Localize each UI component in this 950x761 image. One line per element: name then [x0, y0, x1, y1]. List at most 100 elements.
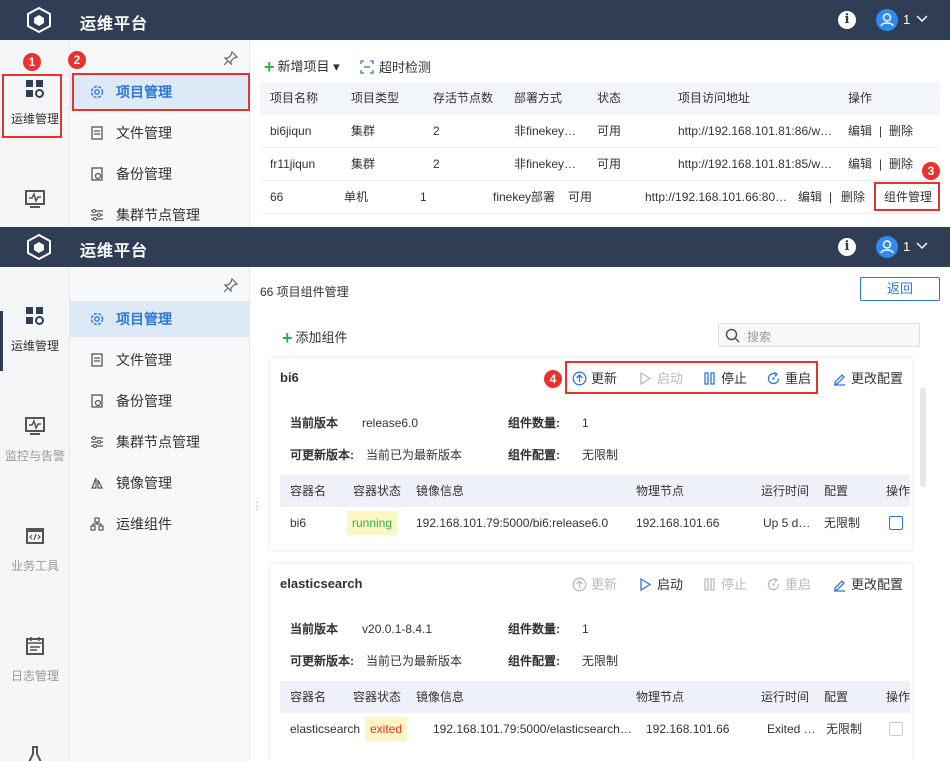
info-icon[interactable]: i	[838, 238, 856, 256]
subnav-item-cluster[interactable]: 集群节点管理	[70, 197, 250, 227]
edit-pen-icon	[834, 374, 845, 386]
component-main: 66 项目组件管理 返回 + 添加组件 搜索 bi6 更新 启动 停止 重启 更改…	[250, 267, 950, 761]
scrollbar-thumb[interactable]	[920, 387, 926, 487]
component-name: bi6	[280, 370, 299, 385]
edit-link[interactable]: 编辑	[848, 115, 872, 148]
new-project-label: 新增项目	[277, 59, 330, 74]
avatar[interactable]	[876, 9, 898, 31]
sidebar-item-monitor[interactable]	[0, 188, 70, 220]
app-title: 运维平台	[80, 16, 149, 33]
col-header: 容器名	[290, 484, 327, 498]
action-separator: |	[879, 157, 883, 171]
cell-image: 192.168.101.79:5000/elasticsearch:…	[433, 722, 635, 736]
cell-url[interactable]: http://192.168.101.66:80…	[645, 181, 790, 214]
backup-icon	[91, 394, 103, 408]
current-version-value: v20.0.1-8.4.1	[362, 622, 433, 636]
step-badge-3: 3	[922, 162, 940, 180]
updatable-version: 可更新版本: 当前已为最新版本	[290, 652, 462, 669]
add-component-label: 添加组件	[295, 330, 348, 345]
component-config-label: 组件配置:	[508, 654, 560, 668]
cell-name: bi6jiqun	[270, 124, 312, 138]
play-icon	[640, 577, 652, 592]
subnav-item-backup[interactable]: 备份管理	[70, 156, 250, 192]
subnav-item-project[interactable]: 项目管理	[70, 301, 250, 337]
pin-icon[interactable]	[223, 50, 239, 66]
delete-link[interactable]: 删除	[841, 181, 865, 214]
table-row: bi6 running 192.168.101.79:5000/bi6:rele…	[280, 507, 910, 539]
grid-gear-icon	[26, 307, 44, 325]
action-separator: |	[829, 190, 833, 204]
user-name[interactable]: 1	[903, 12, 910, 27]
sidebar-item-log[interactable]: 日志管理	[0, 635, 70, 684]
upload-circle-icon	[572, 577, 587, 592]
col-header: 镜像信息	[416, 484, 465, 498]
chevron-down-icon[interactable]	[915, 12, 929, 26]
subnav-item-file[interactable]: 文件管理	[70, 342, 250, 378]
delete-link[interactable]: 删除	[889, 115, 913, 148]
cell-url[interactable]: http://192.168.101.81:86/w…	[678, 115, 838, 148]
component-config-label: 组件配置:	[508, 448, 560, 462]
flask-icon	[28, 746, 42, 761]
col-header: 物理节点	[636, 484, 685, 498]
subnav-label: 备份管理	[116, 393, 172, 409]
sub-navigation: 项目管理 文件管理 备份管理 集群节点管理 镜像管理 运维组件	[70, 267, 250, 761]
col-header: 容器状态	[353, 484, 402, 498]
component-card: elasticsearch 更新 启动 停止 重启 更改配置 当前版本 v20.0…	[270, 564, 912, 761]
component-count-value: 1	[582, 416, 589, 430]
subnav-item-cluster[interactable]: 集群节点管理	[70, 424, 250, 460]
restart-button[interactable]: 重启	[766, 574, 811, 593]
update-button[interactable]: 更新	[572, 574, 617, 593]
cell-status: 可用	[597, 124, 622, 138]
change-config-button[interactable]: 更改配置	[832, 368, 903, 387]
subnav-item-file[interactable]: 文件管理	[70, 115, 250, 151]
sidebar-item-ops[interactable]: 运维管理	[0, 305, 70, 354]
subnav-label: 文件管理	[116, 352, 172, 368]
cell-url[interactable]: http://192.168.101.81:85/w…	[678, 148, 838, 181]
state-badge-exited: exited	[365, 717, 408, 741]
subnav-item-backup[interactable]: 备份管理	[70, 383, 250, 419]
table-header-row: 容器名 容器状态 镜像信息 物理节点 运行时间 配置 操作	[280, 681, 910, 713]
stop-button[interactable]: 停止	[702, 574, 747, 593]
edit-link[interactable]: 编辑	[798, 181, 822, 214]
config-detail-icon[interactable]	[889, 722, 903, 736]
pin-icon[interactable]	[223, 277, 239, 293]
subnav-item-image[interactable]: 镜像管理	[70, 465, 250, 501]
subnav-label: 文件管理	[116, 125, 172, 141]
back-button[interactable]: 返回	[860, 277, 940, 301]
restart-icon	[767, 577, 780, 591]
updatable-version: 可更新版本: 当前已为最新版本	[290, 446, 462, 463]
add-component-button[interactable]: + 添加组件	[282, 327, 348, 349]
col-header: 配置	[824, 484, 849, 498]
current-version-label: 当前版本	[290, 416, 339, 430]
search-input[interactable]: 搜索	[718, 323, 920, 347]
highlight-box-1	[2, 74, 62, 138]
col-header: 物理节点	[636, 690, 685, 704]
subnav-label: 镜像管理	[116, 475, 172, 491]
start-button[interactable]: 启动	[638, 574, 683, 593]
chevron-down-icon[interactable]	[915, 239, 929, 253]
current-version: 当前版本 v20.0.1-8.4.1	[290, 620, 432, 637]
subnav-label: 集群节点管理	[116, 207, 200, 223]
edit-link[interactable]: 编辑	[848, 148, 872, 181]
subnav-item-opscomp[interactable]: 运维组件	[70, 506, 250, 542]
sidebar-item-lab[interactable]	[0, 745, 70, 761]
sidebar-item-monitor[interactable]: 监控与告警	[0, 415, 70, 464]
avatar[interactable]	[876, 236, 898, 258]
col-header: 项目类型	[351, 91, 400, 105]
cell-node: 192.168.101.66	[646, 722, 730, 736]
config-detail-icon[interactable]	[889, 516, 903, 530]
calendar-log-icon	[26, 637, 44, 655]
change-config-button[interactable]: 更改配置	[832, 574, 903, 593]
monitor-icon	[25, 190, 45, 208]
sidebar-item-biz[interactable]: 业务工具	[0, 525, 70, 574]
delete-link[interactable]: 删除	[889, 148, 913, 181]
user-name[interactable]: 1	[903, 239, 910, 254]
cube-logo-icon	[27, 233, 51, 261]
info-icon[interactable]: i	[838, 11, 856, 29]
cell-type: 单机	[344, 190, 369, 204]
col-header: 存活节点数	[433, 91, 494, 105]
cell-container: bi6	[290, 516, 307, 530]
subnav-label: 项目管理	[116, 311, 172, 327]
new-project-button[interactable]: + 新增项目 ▾	[264, 56, 340, 78]
timeout-check-button[interactable]: 超时检测	[360, 57, 431, 76]
